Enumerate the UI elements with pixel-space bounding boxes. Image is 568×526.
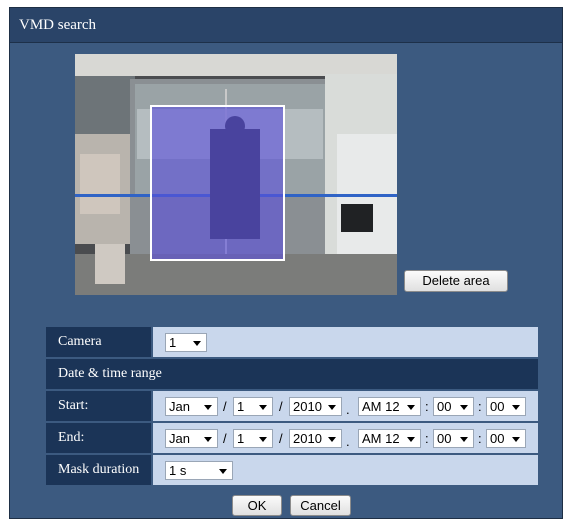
end-year-select[interactable]: 2010 (289, 429, 342, 448)
date-separator: / (279, 431, 283, 446)
chevron-down-icon (407, 437, 415, 442)
vmd-search-dialog: VMD search Delete area Camera 1 Date & t… (9, 7, 563, 519)
time-separator: : (478, 431, 482, 446)
start-year-value: 2010 (293, 399, 322, 414)
dialog-title: VMD search (10, 8, 562, 43)
date-separator: / (223, 431, 227, 446)
camera-select[interactable]: 1 (165, 333, 207, 352)
start-row: Start: Jan / 1 / 2010 . AM 12 : 00: 00 (46, 391, 538, 421)
end-minute-select[interactable]: 00 (433, 429, 474, 448)
camera-label: Camera (46, 327, 151, 357)
chevron-down-icon (219, 469, 227, 474)
camera-preview[interactable] (75, 54, 397, 295)
start-value-cell: Jan / 1 / 2010 . AM 12 : 00 : 00 (153, 391, 538, 421)
end-hour-value: AM 12 (362, 431, 400, 446)
camera-select-value: 1 (169, 335, 177, 350)
date-time-range-label: Date & time range (46, 359, 538, 389)
mask-duration-row: Mask duration 1 s (46, 455, 538, 485)
chevron-down-icon (460, 405, 468, 410)
end-day-select[interactable]: 1 (233, 429, 273, 448)
camera-value-cell: 1 (153, 327, 538, 357)
start-hour-select[interactable]: AM 12 (358, 397, 421, 416)
chevron-down-icon (204, 405, 212, 410)
mask-duration-value: 1 s (169, 463, 187, 478)
chevron-down-icon (259, 437, 267, 442)
chevron-down-icon (512, 437, 520, 442)
start-second-select[interactable]: 00 (486, 397, 526, 416)
time-separator: : (478, 399, 482, 414)
end-month-value: Jan (169, 431, 190, 446)
chevron-down-icon (204, 437, 212, 442)
chevron-down-icon (460, 437, 468, 442)
start-minute-value: 00 (437, 399, 452, 414)
end-hour-select[interactable]: AM 12 (358, 429, 421, 448)
start-month-select[interactable]: Jan (165, 397, 218, 416)
camera-row: Camera 1 (46, 327, 538, 357)
date-separator: / (223, 399, 227, 414)
date-time-range-row: Date & time range (46, 359, 538, 389)
start-year-select[interactable]: 2010 (289, 397, 342, 416)
vmd-detection-area[interactable] (150, 105, 285, 261)
end-month-select[interactable]: Jan (165, 429, 218, 448)
end-year-value: 2010 (293, 431, 322, 446)
mask-duration-label: Mask duration (46, 455, 151, 485)
chevron-down-icon (328, 437, 336, 442)
time-separator: : (425, 399, 429, 414)
end-second-value: 00 (490, 431, 505, 446)
mask-duration-select[interactable]: 1 s (165, 461, 233, 480)
delete-area-button[interactable]: Delete area (404, 270, 508, 292)
end-value-cell: Jan / 1 / 2010 . AM 12 : 00 : 00 (153, 423, 538, 453)
end-label: End: (46, 423, 151, 453)
chevron-down-icon (328, 405, 336, 410)
time-separator: : (425, 431, 429, 446)
end-minute-value: 00 (437, 431, 452, 446)
mask-duration-value-cell: 1 s (153, 455, 538, 485)
chevron-down-icon (259, 405, 267, 410)
dot-separator: . (346, 434, 350, 449)
dot-separator: . (346, 402, 350, 417)
end-second-select[interactable]: 00 (486, 429, 526, 448)
end-day-value: 1 (237, 431, 245, 446)
end-row: End: Jan / 1 / 2010 . AM 12 : 00: 00 (46, 423, 538, 453)
cancel-button[interactable]: Cancel (290, 495, 351, 516)
start-hour-value: AM 12 (362, 399, 400, 414)
start-label: Start: (46, 391, 151, 421)
chevron-down-icon (512, 405, 520, 410)
start-day-select[interactable]: 1 (233, 397, 273, 416)
ok-button[interactable]: OK (232, 495, 282, 516)
start-minute-select[interactable]: 00 (433, 397, 474, 416)
start-day-value: 1 (237, 399, 245, 414)
start-month-value: Jan (169, 399, 190, 414)
date-separator: / (279, 399, 283, 414)
chevron-down-icon (193, 341, 201, 346)
start-second-value: 00 (490, 399, 505, 414)
chevron-down-icon (407, 405, 415, 410)
